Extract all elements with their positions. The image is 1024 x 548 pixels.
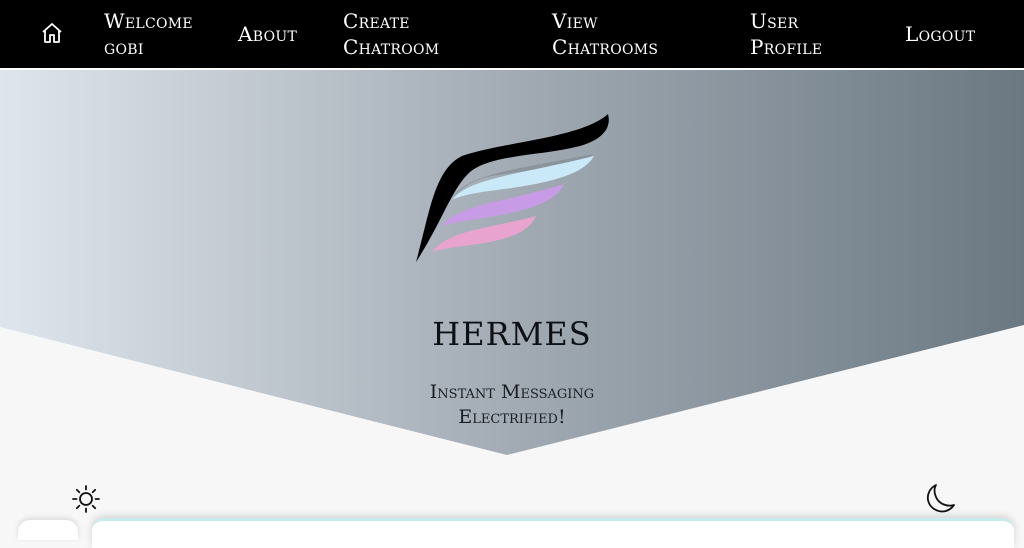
- app-title: HERMES: [432, 315, 592, 353]
- nav-about-link[interactable]: About: [238, 21, 297, 47]
- nav-create-chatroom-link[interactable]: Create Chatroom: [343, 8, 439, 60]
- nav-create-line2: Chatroom: [343, 35, 440, 59]
- hermes-logo: [416, 114, 609, 262]
- app-tagline: Instant Messaging Electrified!: [412, 380, 612, 430]
- nav-logout-link[interactable]: Logout: [905, 21, 975, 47]
- moon-icon[interactable]: [922, 482, 956, 516]
- nav-view-line2: Chatrooms: [552, 35, 659, 59]
- nav-about-label: About: [238, 22, 298, 46]
- nav-profile-line1: User: [750, 9, 799, 33]
- nav-welcome-label: Welcome: [104, 9, 193, 33]
- nav-username: gobi: [104, 35, 144, 59]
- nav-view-chatrooms-link[interactable]: View Chatrooms: [552, 8, 658, 60]
- sun-icon[interactable]: [71, 484, 101, 514]
- nav-view-line1: View: [552, 9, 598, 33]
- home-icon[interactable]: [40, 21, 64, 45]
- tagline-line2: Electrified!: [458, 406, 566, 428]
- nav-user-profile-link[interactable]: User Profile: [750, 8, 822, 60]
- tagline-line1: Instant Messaging: [429, 381, 595, 403]
- nav-profile-line2: Profile: [750, 35, 823, 59]
- nav-create-line1: Create: [343, 9, 410, 33]
- nav-logout-label: Logout: [905, 22, 976, 46]
- nav-welcome-user[interactable]: Welcome gobi: [104, 8, 193, 60]
- chat-card: [92, 518, 1014, 548]
- bottom-panel-left: [18, 520, 78, 540]
- navbar: Welcome gobi About Create Chatroom View …: [0, 0, 1024, 70]
